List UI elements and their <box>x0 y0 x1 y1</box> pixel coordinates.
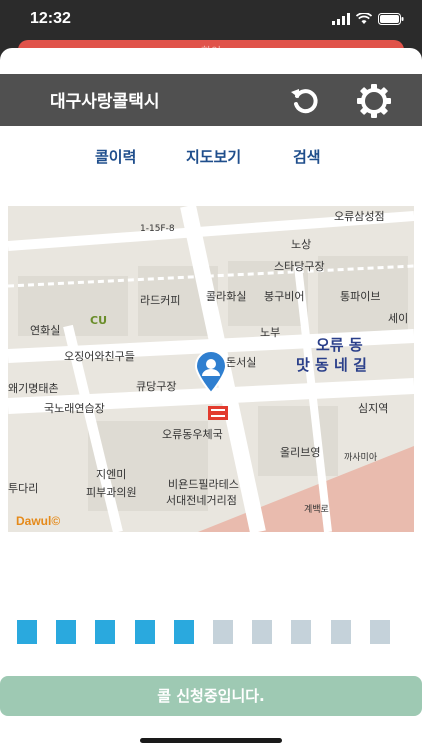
battery-icon <box>378 13 404 25</box>
map-label: 통파이브 <box>340 290 381 303</box>
map-label: 비욘드필라테스 <box>168 478 239 491</box>
progress-cell-filled <box>173 620 194 644</box>
call-request-label: 콜 신청중입니다. <box>157 687 265 705</box>
map-label: 1-15F-8 <box>140 224 175 234</box>
location-pin-icon <box>194 351 228 395</box>
tab-search[interactable]: 검색 <box>293 146 321 167</box>
refresh-icon[interactable] <box>288 84 322 118</box>
map-label: 국노래연습장 <box>44 402 105 415</box>
map-view[interactable]: 오류삼성점 노상 스타당구장 라드커피 콜라화실 봉구비어 통파이브 연화실 C… <box>8 206 414 532</box>
map-label: 돈서실 <box>226 356 257 369</box>
call-request-button[interactable]: 콜 신청중입니다. <box>0 676 422 716</box>
app-sheet: 대구사랑콜택시 콜이력 지도보기 검색 오류삼성점 노상 스타당구장 라드커피 … <box>0 48 422 750</box>
map-label: 오징어와친구들 <box>64 350 135 363</box>
app-title: 대구사랑콜택시 <box>50 92 160 112</box>
map-label: 콜라화실 <box>206 290 247 303</box>
map-label: 오류삼성점 <box>334 210 385 223</box>
map-label: 맛 동 네 길 <box>296 356 367 374</box>
tab-bar: 콜이력 지도보기 검색 <box>0 146 422 172</box>
map-label: 스타당구장 <box>274 260 325 273</box>
map-label: CU <box>90 314 108 327</box>
map-label: 노부 <box>260 326 281 339</box>
status-time: 12:32 <box>30 10 71 27</box>
post-office-icon <box>208 406 228 420</box>
map-label: 오류 동 <box>316 336 363 354</box>
home-indicator <box>140 738 282 743</box>
map-label: 심지역 <box>358 402 389 415</box>
progress-indicator <box>16 620 408 644</box>
progress-cell-filled <box>134 620 155 644</box>
status-bar: 12:32 <box>0 0 422 44</box>
progress-cell-empty <box>252 620 273 644</box>
map-copyright: Dawul© <box>16 514 61 528</box>
progress-cell-empty <box>213 620 233 644</box>
map-label: 서대전네거리점 <box>166 494 237 507</box>
map-label: 투다리 <box>8 482 39 495</box>
progress-cell-filled <box>17 620 37 644</box>
map-label: 봉구비어 <box>264 290 305 303</box>
map-label: 세이 <box>388 312 409 325</box>
map-label: 까사미아 <box>344 453 378 463</box>
gear-icon[interactable] <box>355 82 393 120</box>
progress-cell-empty <box>330 620 351 644</box>
map-label: 라드커피 <box>140 294 181 307</box>
map-label: 피부과의원 <box>86 486 137 499</box>
status-icons <box>332 13 404 25</box>
tab-call-history[interactable]: 콜이력 <box>95 146 136 167</box>
wifi-icon <box>356 13 372 24</box>
map-label: 왜기명태촌 <box>8 382 59 395</box>
map-label: 계백로 <box>304 505 329 515</box>
map-label: 노상 <box>291 238 312 251</box>
signal-icon <box>332 13 350 25</box>
tab-map-view[interactable]: 지도보기 <box>186 146 241 167</box>
map-label: 큐당구장 <box>136 380 177 393</box>
map-label: 지엔미 <box>96 468 127 481</box>
map-label: 오류동우체국 <box>162 428 223 441</box>
progress-cell-empty <box>291 620 312 644</box>
header-bar: 대구사랑콜택시 <box>0 74 422 126</box>
progress-cell-filled <box>56 620 77 644</box>
progress-cell-empty <box>369 620 390 644</box>
progress-cell-filled <box>95 620 116 644</box>
map-label: 연화실 <box>30 324 61 337</box>
map-label: 올리브영 <box>280 446 321 459</box>
